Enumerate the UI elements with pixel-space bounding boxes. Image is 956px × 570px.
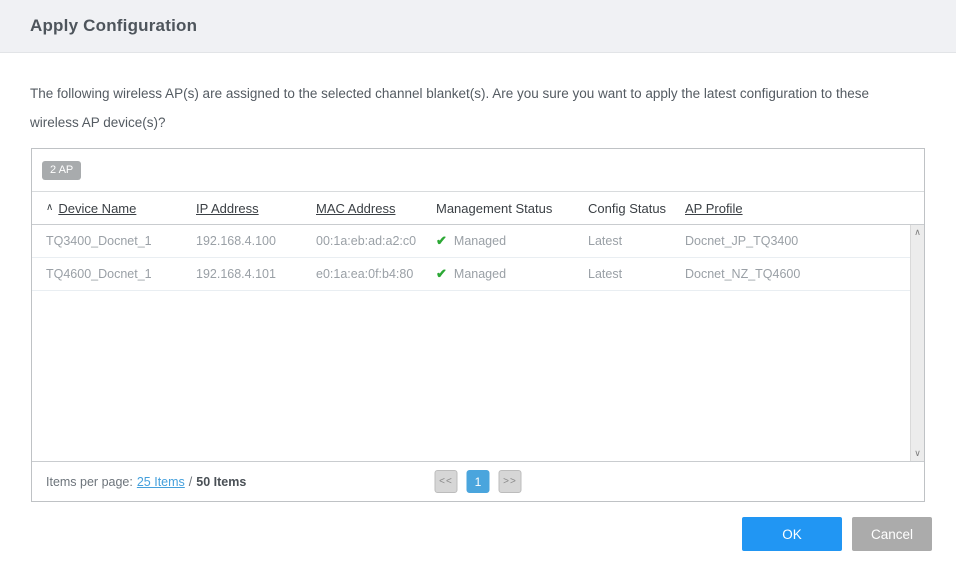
column-header-label: Management Status: [436, 200, 553, 216]
table-body: TQ3400_Docnet_1 192.168.4.100 00:1a:eb:a…: [32, 225, 924, 461]
confirmation-message: The following wireless AP(s) are assigne…: [30, 86, 869, 130]
column-header-device-name[interactable]: ∧ Device Name: [46, 201, 196, 216]
pagination: << 1 >>: [434, 470, 522, 493]
items-per-page-label: Items per page:: [46, 474, 133, 489]
table-header-row: ∧ Device Name IP Address MAC Address Man…: [32, 192, 924, 225]
table-footer: Items per page: 25 Items / 50 Items << 1…: [32, 461, 924, 501]
managed-check-icon: ✔: [436, 233, 447, 248]
column-header-label: MAC Address: [316, 200, 396, 216]
sort-asc-icon: ∧: [46, 201, 54, 213]
management-status-text: Managed: [453, 267, 507, 281]
ap-profile-cell: Docnet_JP_TQ3400: [685, 234, 799, 248]
prev-page-button[interactable]: <<: [434, 470, 458, 493]
management-status-cell: ✔ Managed: [436, 233, 588, 249]
items-per-page: Items per page: 25 Items / 50 Items: [46, 475, 246, 489]
ip-address-cell: 192.168.4.100: [196, 234, 276, 248]
device-name-cell: TQ3400_Docnet_1: [46, 234, 152, 248]
page-title: Apply Configuration: [30, 16, 198, 35]
column-header-ip-address[interactable]: IP Address: [196, 201, 316, 216]
column-header-label: Device Name: [58, 200, 137, 216]
ap-table-panel: 2 AP ∧ Device Name IP Address MAC Addres…: [31, 148, 925, 502]
column-header-label: IP Address: [196, 200, 259, 216]
mac-address-cell: e0:1a:ea:0f:b4:80: [316, 267, 414, 281]
table-row[interactable]: TQ3400_Docnet_1 192.168.4.100 00:1a:eb:a…: [32, 225, 924, 258]
column-header-mac-address[interactable]: MAC Address: [316, 201, 436, 216]
config-status-cell: Latest: [588, 234, 623, 248]
column-header-label: Config Status: [588, 200, 667, 216]
cancel-button[interactable]: Cancel: [852, 517, 932, 551]
column-header-ap-profile[interactable]: AP Profile: [685, 201, 924, 216]
badge-row: 2 AP: [32, 149, 924, 192]
scroll-down-icon[interactable]: ∨: [914, 449, 921, 458]
mac-address-cell: 00:1a:eb:ad:a2:c0: [316, 234, 417, 248]
dialog-actions: OK Cancel: [742, 517, 932, 551]
management-status-text: Managed: [453, 234, 507, 248]
config-status-cell: Latest: [588, 267, 623, 281]
column-header-label: AP Profile: [685, 200, 743, 216]
ok-button[interactable]: OK: [742, 517, 842, 551]
managed-check-icon: ✔: [436, 266, 447, 281]
items-per-page-link[interactable]: 25 Items: [137, 475, 185, 489]
management-status-cell: ✔ Managed: [436, 266, 588, 282]
total-items-label: 50 Items: [196, 474, 247, 489]
current-page-button[interactable]: 1: [466, 470, 490, 493]
column-header-config-status: Config Status: [588, 201, 685, 216]
next-page-button[interactable]: >>: [498, 470, 522, 493]
scroll-up-icon[interactable]: ∧: [914, 228, 921, 237]
column-header-management-status: Management Status: [436, 201, 588, 216]
device-name-cell: TQ4600_Docnet_1: [46, 267, 152, 281]
ap-count-badge: 2 AP: [42, 160, 82, 180]
vertical-scrollbar[interactable]: ∧ ∨: [910, 225, 924, 461]
ip-address-cell: 192.168.4.101: [196, 267, 276, 281]
items-separator: /: [188, 474, 193, 489]
dialog-title-bar: Apply Configuration: [0, 0, 956, 53]
ap-profile-cell: Docnet_NZ_TQ4600: [685, 267, 801, 281]
table-row[interactable]: TQ4600_Docnet_1 192.168.4.101 e0:1a:ea:0…: [32, 258, 924, 291]
